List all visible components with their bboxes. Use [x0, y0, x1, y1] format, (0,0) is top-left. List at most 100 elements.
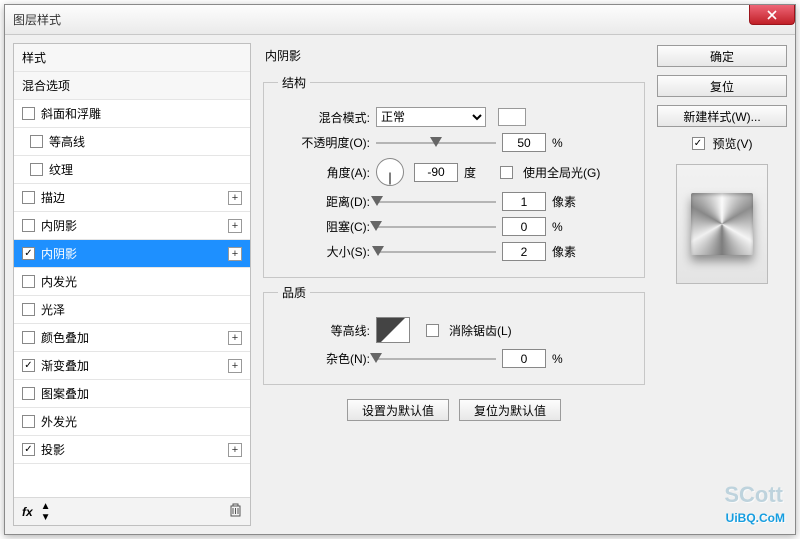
- add-effect-button[interactable]: +: [228, 191, 242, 205]
- sidebar-header-styles[interactable]: 样式: [14, 44, 250, 72]
- blend-mode-label: 混合模式:: [278, 109, 370, 126]
- choke-slider[interactable]: [376, 220, 496, 234]
- sidebar-item-7[interactable]: 光泽: [14, 296, 250, 324]
- choke-row: 阻塞(C): %: [278, 217, 630, 236]
- distance-unit: 像素: [552, 193, 582, 210]
- watermark-text: UiBQ.CoM: [726, 511, 785, 525]
- titlebar: 图层样式: [5, 5, 795, 35]
- sidebar-header-blend[interactable]: 混合选项: [14, 72, 250, 100]
- sidebar-item-checkbox[interactable]: [22, 415, 35, 428]
- sidebar-item-checkbox[interactable]: [22, 331, 35, 344]
- contour-picker[interactable]: [376, 317, 410, 343]
- choke-input[interactable]: [502, 217, 546, 236]
- sidebar-item-3[interactable]: 描边 +: [14, 184, 250, 212]
- sidebar-item-8[interactable]: 颜色叠加 +: [14, 324, 250, 352]
- trash-button[interactable]: [229, 503, 242, 520]
- sidebar-item-2[interactable]: 纹理: [14, 156, 250, 184]
- add-effect-button[interactable]: +: [228, 247, 242, 261]
- size-input[interactable]: [502, 242, 546, 261]
- watermark-faint: SCott: [724, 482, 783, 508]
- sidebar-item-4[interactable]: 内阴影 +: [14, 212, 250, 240]
- sidebar-item-label: 内发光: [41, 273, 77, 290]
- sidebar-item-12[interactable]: ✓ 投影 +: [14, 436, 250, 464]
- distance-input[interactable]: [502, 192, 546, 211]
- sidebar-header-styles-label: 样式: [22, 49, 46, 66]
- contour-label: 等高线:: [278, 322, 370, 339]
- shadow-color-swatch[interactable]: [498, 108, 526, 126]
- angle-label: 角度(A):: [278, 164, 370, 181]
- distance-slider[interactable]: [376, 195, 496, 209]
- sidebar-item-6[interactable]: 内发光: [14, 268, 250, 296]
- choke-label: 阻塞(C):: [278, 218, 370, 235]
- add-effect-button[interactable]: +: [228, 443, 242, 457]
- angle-dial[interactable]: [376, 158, 404, 186]
- sidebar-item-label: 内阴影: [41, 217, 77, 234]
- global-light-checkbox[interactable]: [500, 166, 513, 179]
- sidebar-item-checkbox[interactable]: [22, 275, 35, 288]
- structure-group: 结构 混合模式: 正常 不透明度(O): % 角度(A):: [263, 74, 645, 278]
- sidebar-item-label: 颜色叠加: [41, 329, 89, 346]
- sidebar-item-label: 外发光: [41, 413, 77, 430]
- sidebar-item-checkbox[interactable]: [22, 219, 35, 232]
- ok-button[interactable]: 确定: [657, 45, 787, 67]
- noise-input[interactable]: [502, 349, 546, 368]
- sidebar-item-checkbox[interactable]: ✓: [22, 247, 35, 260]
- sidebar-item-label: 纹理: [49, 161, 73, 178]
- set-default-button[interactable]: 设置为默认值: [347, 399, 449, 421]
- sidebar-item-checkbox[interactable]: [22, 303, 35, 316]
- blend-mode-select[interactable]: 正常: [376, 107, 486, 127]
- sidebar-header-blend-label: 混合选项: [22, 77, 70, 94]
- sidebar-item-0[interactable]: 斜面和浮雕: [14, 100, 250, 128]
- new-style-button[interactable]: 新建样式(W)...: [657, 105, 787, 127]
- add-effect-button[interactable]: +: [228, 219, 242, 233]
- contour-row: 等高线: 消除锯齿(L): [278, 317, 630, 343]
- fx-menu-button[interactable]: fx: [22, 505, 33, 519]
- angle-input[interactable]: [414, 163, 458, 182]
- blend-mode-row: 混合模式: 正常: [278, 107, 630, 127]
- distance-label: 距离(D):: [278, 193, 370, 210]
- sidebar-item-checkbox[interactable]: [22, 387, 35, 400]
- window-title: 图层样式: [13, 11, 61, 28]
- close-button[interactable]: [749, 5, 795, 25]
- size-row: 大小(S): 像素: [278, 242, 630, 261]
- dialog-window: 图层样式 样式 混合选项 斜面和浮雕等高线纹理描边+内阴影+✓内阴影+内发光光泽…: [4, 4, 796, 535]
- opacity-unit: %: [552, 136, 582, 150]
- structure-legend: 结构: [278, 74, 310, 91]
- sidebar-item-11[interactable]: 外发光: [14, 408, 250, 436]
- opacity-slider[interactable]: [376, 136, 496, 150]
- sidebar-item-checkbox[interactable]: ✓: [22, 443, 35, 456]
- opacity-label: 不透明度(O):: [278, 134, 370, 151]
- trash-icon: [229, 503, 242, 517]
- watermark: SCott UiBQ.CoM: [726, 505, 785, 528]
- sidebar-item-checkbox[interactable]: [22, 191, 35, 204]
- add-effect-button[interactable]: +: [228, 331, 242, 345]
- sidebar-item-checkbox[interactable]: [30, 135, 43, 148]
- right-column: 确定 复位 新建样式(W)... ✓ 预览(V): [657, 43, 787, 526]
- opacity-input[interactable]: [502, 133, 546, 152]
- sidebar-item-checkbox[interactable]: ✓: [22, 359, 35, 372]
- sidebar-item-9[interactable]: ✓渐变叠加+: [14, 352, 250, 380]
- sidebar-item-5[interactable]: ✓内阴影+: [14, 240, 250, 268]
- noise-slider[interactable]: [376, 352, 496, 366]
- sidebar-item-label: 投影: [41, 441, 65, 458]
- choke-unit: %: [552, 220, 582, 234]
- styles-sidebar: 样式 混合选项 斜面和浮雕等高线纹理描边+内阴影+✓内阴影+内发光光泽颜色叠加+…: [13, 43, 251, 526]
- sidebar-item-checkbox[interactable]: [30, 163, 43, 176]
- cancel-button[interactable]: 复位: [657, 75, 787, 97]
- quality-group: 品质 等高线: 消除锯齿(L) 杂色(N): %: [263, 284, 645, 385]
- sidebar-item-1[interactable]: 等高线: [14, 128, 250, 156]
- sidebar-item-10[interactable]: 图案叠加: [14, 380, 250, 408]
- sidebar-item-label: 图案叠加: [41, 385, 89, 402]
- sidebar-item-checkbox[interactable]: [22, 107, 35, 120]
- size-label: 大小(S):: [278, 243, 370, 260]
- size-slider[interactable]: [376, 245, 496, 259]
- antialias-checkbox[interactable]: [426, 324, 439, 337]
- preview-checkbox[interactable]: ✓: [692, 137, 705, 150]
- reset-default-button[interactable]: 复位为默认值: [459, 399, 561, 421]
- add-effect-button[interactable]: +: [228, 359, 242, 373]
- close-icon: [767, 10, 777, 20]
- sidebar-item-label: 描边: [41, 189, 65, 206]
- fx-menu-arrow-icon[interactable]: ▲▼: [41, 501, 51, 523]
- distance-row: 距离(D): 像素: [278, 192, 630, 211]
- sidebar-footer: fx ▲▼: [14, 497, 250, 525]
